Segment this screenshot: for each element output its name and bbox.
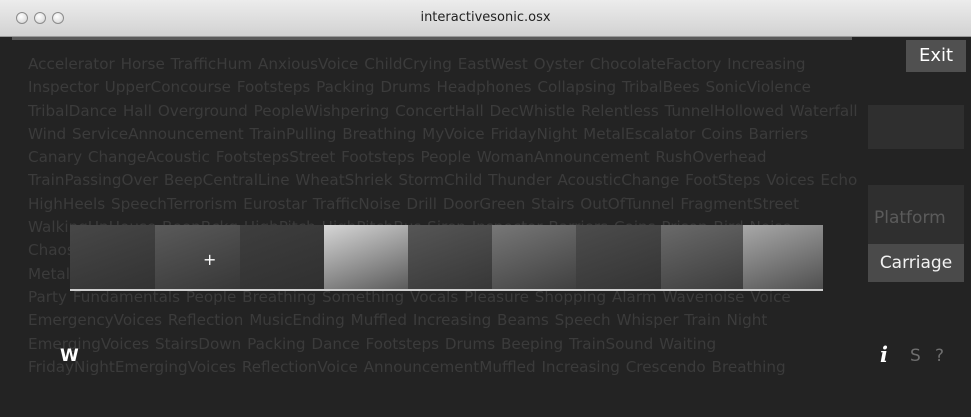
timeline-baseline — [70, 289, 823, 291]
frame-grey-wall[interactable] — [408, 225, 492, 289]
window-title: interactivesonic.osx — [420, 10, 551, 25]
frame-corridor-door[interactable] — [661, 225, 743, 289]
frame-dim-corridor[interactable] — [155, 225, 240, 289]
side-panel-upper — [868, 105, 964, 149]
frame-escalator[interactable] — [576, 225, 661, 289]
title-bar: interactivesonic.osx — [0, 0, 971, 37]
frame-bright-light[interactable] — [324, 225, 408, 289]
info-icon[interactable]: i — [880, 342, 888, 367]
platform-button[interactable]: Platform — [874, 208, 946, 228]
frame-grey-tiles[interactable] — [492, 225, 576, 289]
frame-dark-station[interactable] — [70, 225, 155, 289]
w-button[interactable]: W — [60, 346, 79, 366]
frame-pale-wall[interactable] — [743, 225, 823, 289]
timeline-cursor-icon[interactable]: + — [203, 252, 216, 268]
sound-word-cloud[interactable]: Accelerator Horse TrafficHum AnxiousVoic… — [28, 53, 860, 383]
image-timeline-strip[interactable] — [70, 225, 823, 289]
frame-dark-platform[interactable] — [240, 225, 324, 289]
exit-button[interactable]: Exit — [906, 40, 966, 72]
app-window: interactivesonic.osx Accelerator Horse T… — [0, 0, 971, 417]
help-button[interactable]: ? — [935, 346, 944, 366]
carriage-button[interactable]: Carriage — [868, 244, 964, 282]
top-divider — [12, 37, 852, 40]
s-button[interactable]: S — [910, 346, 921, 366]
